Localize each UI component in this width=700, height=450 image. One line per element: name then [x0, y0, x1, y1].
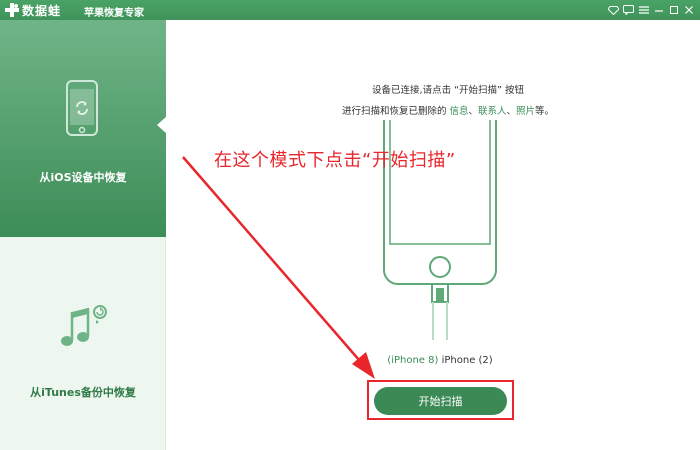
- sidebar-item-label-itunes: 从iTunes备份中恢复: [30, 386, 136, 399]
- link-photos: 照片: [516, 106, 536, 117]
- close-icon[interactable]: [681, 0, 696, 20]
- menu-icon[interactable]: [636, 0, 651, 20]
- diamond-icon[interactable]: [606, 0, 621, 20]
- sidebar: 从iOS设备中恢复 从iTunes备份中恢复: [0, 20, 167, 450]
- instruction-line-2: 进行扫描和恢复已删除的 信息、联系人、照片等。: [318, 101, 578, 122]
- instruction-text: 设备已连接,请点击 “开始扫描” 按钮 进行扫描和恢复已删除的 信息、联系人、照…: [318, 80, 578, 122]
- device-model: (iPhone 8): [387, 355, 439, 366]
- separator: 、: [468, 106, 478, 117]
- iphone-restore-icon: [66, 80, 98, 136]
- chat-icon[interactable]: [621, 0, 636, 20]
- annotation-text: 在这个模式下点击“开始扫描”: [214, 150, 456, 171]
- app-logo-icon: [5, 3, 19, 17]
- minimize-icon[interactable]: [651, 0, 666, 20]
- instruction-prefix: 进行扫描和恢复已删除的: [341, 106, 450, 117]
- device-label: (iPhone 8) iPhone (2): [380, 355, 500, 366]
- start-scan-button[interactable]: 开始扫描: [374, 387, 507, 415]
- device-name: iPhone (2): [438, 355, 493, 366]
- link-messages: 信息: [449, 106, 469, 117]
- active-indicator: [157, 116, 167, 134]
- link-contacts: 联系人: [478, 106, 507, 117]
- app-brand: 数据蛙: [22, 4, 62, 18]
- instruction-line-1: 设备已连接,请点击 “开始扫描” 按钮: [372, 85, 524, 96]
- itunes-icon: [61, 305, 107, 346]
- app-window: 数据蛙 苹果恢复专家 从iOS设备中恢复 从iTunes备份中恢复 设备已连接,…: [0, 0, 700, 450]
- separator: 、: [506, 106, 517, 117]
- title-bar: 数据蛙 苹果恢复专家: [0, 0, 700, 20]
- sidebar-item-label-ios: 从iOS设备中恢复: [39, 171, 127, 184]
- window-controls: [606, 0, 696, 20]
- maximize-icon[interactable]: [666, 0, 681, 20]
- sidebar-item-ios-device[interactable]: 从iOS设备中恢复: [0, 20, 167, 237]
- app-product-name: 苹果恢复专家: [84, 8, 144, 19]
- instruction-suffix: 等。: [535, 106, 555, 117]
